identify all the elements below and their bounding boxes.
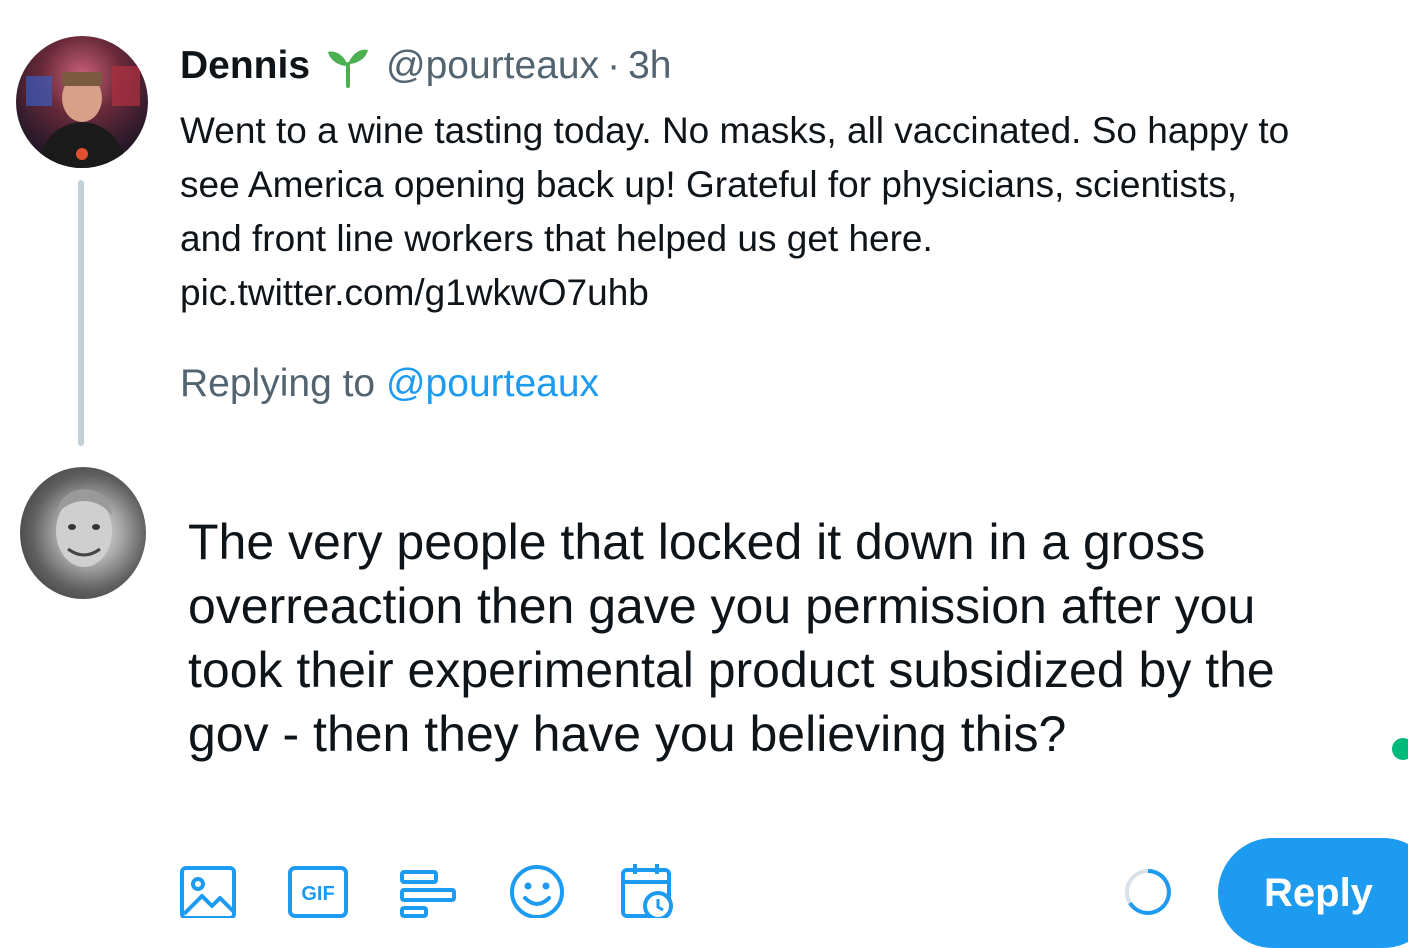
original-author-avatar[interactable] bbox=[16, 36, 148, 168]
compose-text-line: overreaction then gave you permission af… bbox=[188, 578, 1256, 634]
author-name[interactable]: Dennis bbox=[180, 44, 310, 88]
status-dot bbox=[1392, 738, 1408, 760]
tweet-timestamp[interactable]: 3h bbox=[628, 44, 671, 88]
compose-text-line: took their experimental product subsidiz… bbox=[188, 642, 1275, 698]
replying-to-mention[interactable]: @pourteaux bbox=[386, 362, 599, 405]
tweet-text-line: and front line workers that helped us ge… bbox=[180, 218, 933, 259]
schedule-icon[interactable] bbox=[620, 862, 676, 921]
current-user-avatar[interactable] bbox=[20, 467, 146, 599]
sprout-icon bbox=[324, 42, 372, 90]
reply-button[interactable]: Reply bbox=[1218, 838, 1408, 948]
image-icon[interactable] bbox=[180, 862, 236, 920]
tweet-header: Dennis @pourteaux · 3h bbox=[180, 42, 671, 90]
avatar-photo bbox=[26, 66, 140, 168]
separator-dot: · bbox=[607, 44, 621, 87]
tweet-media-link[interactable]: pic.twitter.com/g1wkwO7uhb bbox=[180, 266, 1408, 320]
tweet-text: Went to a wine tasting today. No masks, … bbox=[180, 104, 1408, 320]
poll-icon[interactable] bbox=[398, 862, 456, 918]
compose-text-line: The very people that locked it down in a… bbox=[188, 514, 1206, 570]
compose-text-line: gov - then they have you believing this? bbox=[188, 706, 1067, 762]
thread-connector-line bbox=[78, 180, 84, 446]
tweet-text-line: Went to a wine tasting today. No masks, … bbox=[180, 110, 1290, 151]
compose-textarea[interactable]: The very people that locked it down in a… bbox=[188, 510, 1388, 766]
tweet-text-line: see America opening back up! Grateful fo… bbox=[180, 164, 1238, 205]
replying-to: Replying to @pourteaux bbox=[180, 362, 599, 406]
avatar-photo bbox=[56, 489, 112, 567]
gif-icon[interactable]: GIF bbox=[288, 862, 348, 918]
gif-label: GIF bbox=[301, 883, 334, 905]
character-count-ring bbox=[1122, 866, 1174, 918]
replying-to-label: Replying to bbox=[180, 362, 376, 405]
author-handle[interactable]: @pourteaux bbox=[386, 44, 599, 88]
emoji-icon[interactable] bbox=[508, 862, 564, 919]
